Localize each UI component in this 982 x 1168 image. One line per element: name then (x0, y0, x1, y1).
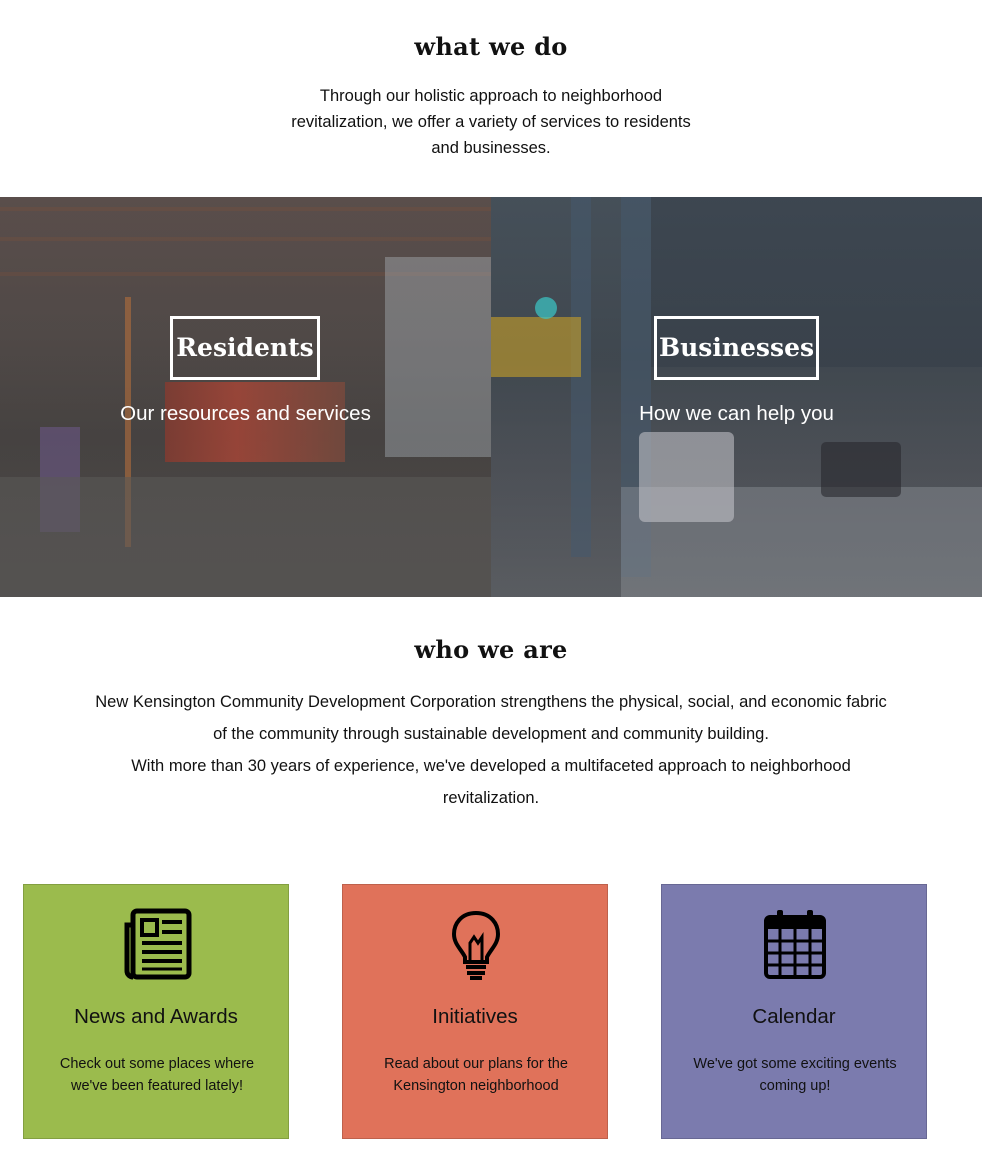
photo-detail (571, 197, 591, 557)
who-we-are-heading: who we are (414, 635, 568, 664)
photo-detail (639, 432, 734, 522)
who-we-are-text: New Kensington Community Development Cor… (91, 686, 891, 814)
photo-detail (491, 317, 581, 377)
card-title: Initiatives (432, 1005, 518, 1028)
businesses-button[interactable]: Businesses (654, 316, 819, 380)
card-title: News and Awards (74, 1005, 238, 1028)
what-we-do-text: Through our holistic approach to neighbo… (291, 87, 691, 157)
card-text: Check out some places where we've been f… (59, 1056, 255, 1094)
card-text: We've got some exciting events coming up… (693, 1056, 897, 1094)
card-text: Read about our plans for the Kensington … (384, 1056, 568, 1094)
hero-panels: Residents Our resources and services Bus… (0, 197, 982, 597)
what-we-do-heading: what we do (414, 32, 568, 61)
businesses-subtitle: How we can help you (639, 402, 834, 425)
residents-subtitle: Our resources and services (120, 402, 371, 425)
businesses-panel[interactable]: Businesses How we can help you (491, 197, 982, 597)
photo-detail (0, 477, 491, 597)
calendar-icon (764, 910, 826, 979)
photo-detail (535, 297, 557, 319)
photo-detail (821, 442, 901, 497)
initiatives-card[interactable]: Initiatives Read about our plans for the… (342, 884, 608, 1139)
who-we-are-paragraph-1: New Kensington Community Development Cor… (95, 693, 887, 743)
residents-panel[interactable]: Residents Our resources and services (0, 197, 491, 597)
who-we-are-paragraph-2: With more than 30 years of experience, w… (131, 757, 851, 807)
photo-detail (0, 237, 491, 241)
lightbulb-icon (451, 910, 501, 980)
photo-detail (0, 207, 491, 211)
news-and-awards-card[interactable]: News and Awards Check out some places wh… (23, 884, 289, 1139)
card-title: Calendar (752, 1005, 836, 1028)
residents-button[interactable]: Residents (170, 316, 320, 380)
photo-detail (385, 257, 491, 457)
calendar-card[interactable]: Calendar We've got some exciting events … (661, 884, 927, 1139)
newspaper-icon (124, 908, 192, 980)
